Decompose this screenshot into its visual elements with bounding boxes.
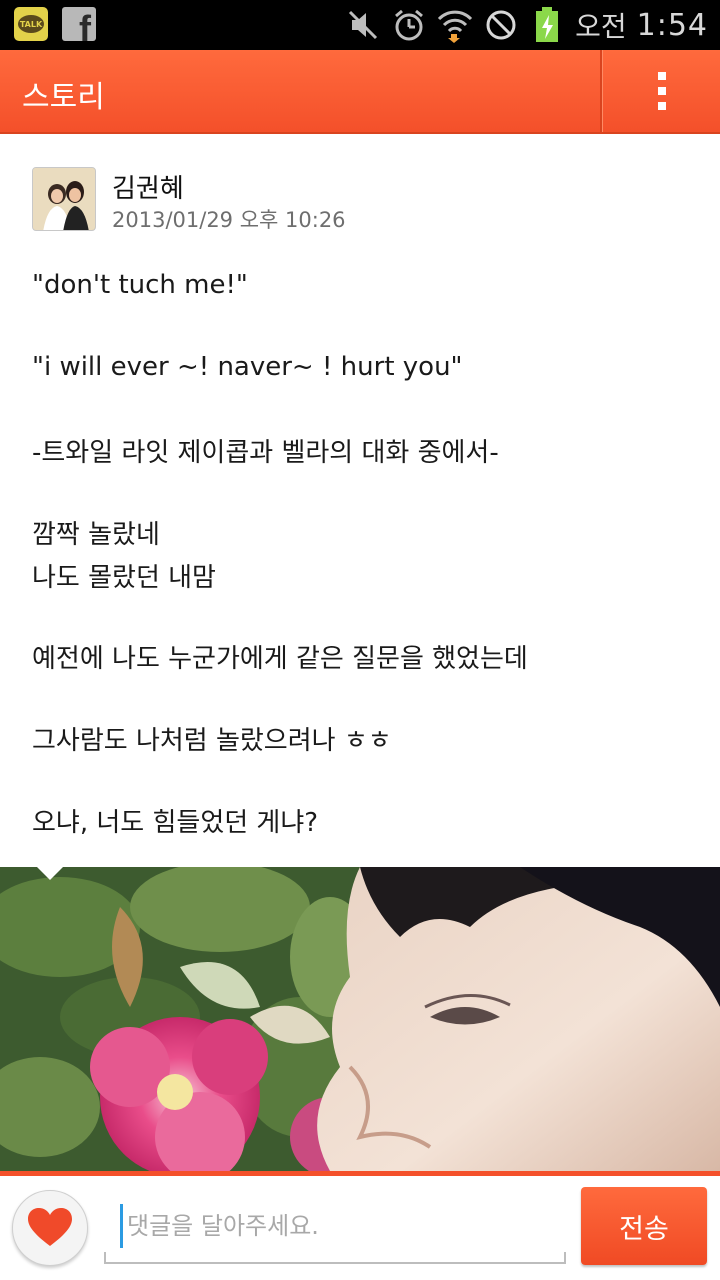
mute-icon (345, 7, 381, 43)
overflow-menu-button[interactable] (603, 50, 720, 132)
author-name[interactable]: 김권혜 (112, 168, 184, 205)
blocked-icon (483, 7, 519, 43)
post-text-line: 그사람도 나처럼 놀랐으려나 ㅎㅎ (32, 726, 392, 756)
overflow-menu-icon (657, 72, 666, 80)
page-title: 스토리 (22, 80, 105, 115)
post-text-line: 나도 몰랐던 내맘 (32, 563, 216, 593)
post-text-line: 오냐, 너도 힘들었던 게냐? (32, 808, 319, 838)
post-date: 2013/01/29 오후 10:26 (112, 208, 346, 232)
clock-ampm: 오전 (575, 10, 627, 43)
comment-input-container (104, 1192, 566, 1264)
like-button[interactable] (12, 1190, 88, 1266)
kakaotalk-icon: TALK (14, 7, 48, 41)
send-button[interactable]: 전송 (581, 1187, 707, 1265)
post-text-line: 깜짝 놀랐네 (32, 520, 160, 550)
kakaotalk-label: TALK (18, 15, 44, 33)
comment-input[interactable] (120, 1204, 547, 1248)
alarm-icon (391, 7, 427, 43)
post-text-line: -트와일 라잇 제이콥과 벨라의 대화 중에서- (32, 438, 499, 468)
wifi-icon (437, 7, 473, 43)
post-text-line: "don't tuch me!" (32, 270, 248, 300)
comment-bar: 전송 (0, 1176, 720, 1280)
battery-icon (529, 7, 565, 43)
status-bar: TALK f 오전 1:54 (0, 0, 720, 50)
post-text-line: 예전에 나도 누군가에게 같은 질문을 했었는데 (32, 644, 528, 674)
action-bar: 스토리 (0, 50, 720, 134)
post-photo[interactable] (0, 867, 720, 1171)
facebook-icon: f (62, 7, 96, 41)
avatar[interactable] (32, 167, 96, 231)
heart-icon (28, 1208, 72, 1246)
post-text-line: "i will ever ~! naver~ ! hurt you" (32, 352, 463, 382)
photo-notch (36, 866, 64, 880)
clock-time: 1:54 (636, 7, 708, 43)
